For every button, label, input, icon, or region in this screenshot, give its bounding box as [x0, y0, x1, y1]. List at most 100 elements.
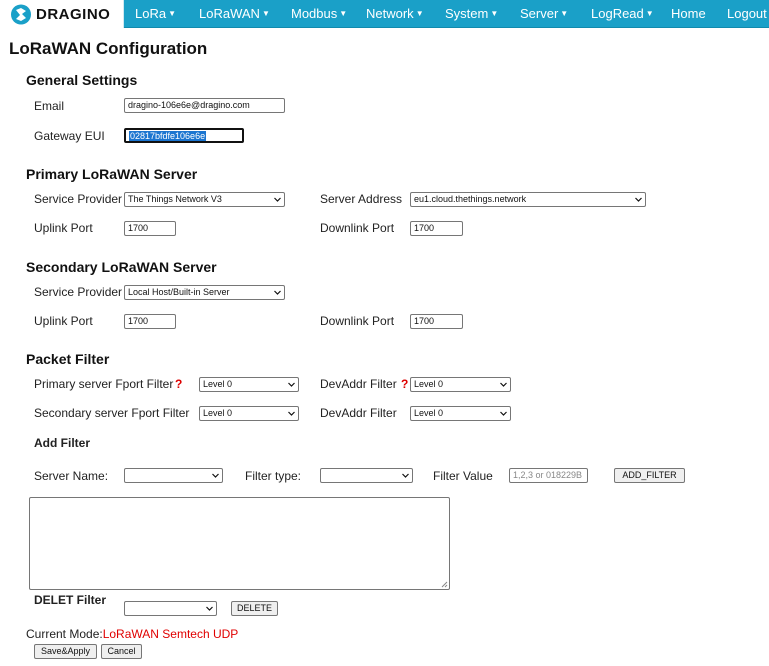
chevron-down-icon — [288, 382, 295, 387]
primary-provider-label: Service Provider — [34, 192, 123, 206]
nav-item-label: System — [445, 6, 489, 21]
current-mode-label: Current Mode: — [26, 627, 103, 641]
gateway-eui-label: Gateway EUI — [34, 129, 105, 143]
nav-item-logread[interactable]: LogRead ▼ — [591, 0, 654, 28]
primary-fport-select[interactable]: Level 0 — [199, 377, 299, 392]
chevron-down-icon — [500, 411, 507, 416]
secondary-downlink-port-field[interactable]: 1700 — [410, 314, 463, 329]
save-apply-button[interactable]: Save&Apply — [34, 644, 97, 659]
nav-item-lorawan[interactable]: LoRaWAN ▼ — [199, 0, 270, 28]
gateway-eui-value: 02817bfdfe106e6e — [129, 131, 207, 141]
chevron-down-icon — [274, 290, 281, 295]
primary-fport-label: Primary server Fport Filter — [34, 377, 174, 391]
primary-downlink-port-field[interactable]: 1700 — [410, 221, 463, 236]
primary-uplink-value: 1700 — [128, 223, 149, 233]
secondary-provider-value: Local Host/Built-in Server — [128, 287, 230, 297]
caret-down-icon: ▼ — [168, 9, 176, 18]
nav-item-logout[interactable]: Logout — [727, 0, 767, 28]
delete-button[interactable]: DELETE — [231, 601, 278, 616]
secondary-uplink-label: Uplink Port — [34, 314, 93, 328]
caret-down-icon: ▼ — [339, 9, 348, 18]
secondary-devaddr-label: DevAddr Filter — [320, 406, 397, 420]
nav-item-label: Network — [366, 6, 414, 21]
email-label: Email — [34, 99, 65, 113]
secondary-devaddr-select[interactable]: Level 0 — [410, 406, 511, 421]
chevron-down-icon — [274, 197, 281, 202]
nav-item-label: LogRead — [591, 6, 644, 21]
caret-down-icon: ▼ — [261, 9, 270, 18]
nav-item-lora[interactable]: LoRa ▼ — [135, 0, 176, 28]
nav-item-server[interactable]: Server ▼ — [520, 0, 568, 28]
current-mode-value: LoRaWAN Semtech UDP — [102, 627, 239, 641]
nav-item-network[interactable]: Network ▼ — [366, 0, 424, 28]
delete-filter-select[interactable] — [124, 601, 217, 616]
server-address-select[interactable]: eu1.cloud.thethings.network — [410, 192, 646, 207]
caret-down-icon: ▼ — [645, 9, 654, 18]
nav-item-system[interactable]: System ▼ — [445, 0, 498, 28]
gateway-eui-field[interactable]: 02817bfdfe106e6e — [124, 128, 244, 143]
nav-item-label: LoRaWAN — [199, 6, 260, 21]
filter-value-label: Filter Value — [433, 469, 493, 483]
primary-uplink-label: Uplink Port — [34, 221, 93, 235]
secondary-fport-value: Level 0 — [203, 408, 233, 418]
secondary-downlink-label: Downlink Port — [320, 314, 395, 328]
secondary-server-heading: Secondary LoRaWAN Server — [26, 259, 217, 275]
server-address-value: eu1.cloud.thethings.network — [414, 194, 527, 204]
filter-list-textarea[interactable] — [29, 497, 450, 590]
primary-server-heading: Primary LoRaWAN Server — [26, 166, 198, 182]
nav-item-label: Server — [520, 6, 559, 21]
nav-item-label: Logout — [727, 6, 767, 21]
email-value: dragino-106e6e@dragino.com — [128, 100, 250, 110]
help-icon[interactable]: ? — [175, 377, 182, 391]
logo[interactable]: DRAGINO — [0, 0, 124, 28]
chevron-down-icon — [212, 473, 219, 478]
nav-item-label: Modbus — [291, 6, 338, 21]
secondary-uplink-port-field[interactable]: 1700 — [124, 314, 176, 329]
primary-fport-value: Level 0 — [203, 379, 233, 389]
add-filter-heading: Add Filter — [34, 436, 90, 450]
caret-down-icon: ▼ — [560, 9, 569, 18]
resize-grip-icon[interactable] — [441, 581, 448, 588]
nav-item-label: LoRa — [135, 6, 167, 21]
chevron-down-icon — [288, 411, 295, 416]
primary-devaddr-value: Level 0 — [414, 379, 444, 389]
primary-downlink-value: 1700 — [414, 223, 435, 233]
primary-devaddr-select[interactable]: Level 0 — [410, 377, 511, 392]
packet-filter-heading: Packet Filter — [26, 351, 110, 367]
secondary-provider-select[interactable]: Local Host/Built-in Server — [124, 285, 285, 300]
top-nav-bar: DRAGINO LoRa ▼ LoRaWAN ▼ Modbus ▼ Network ▼ … — [0, 0, 769, 28]
chevron-down-icon — [206, 606, 213, 611]
chevron-down-icon — [500, 382, 507, 387]
server-name-label: Server Name: — [34, 469, 109, 483]
page-title: LoRaWAN Configuration — [9, 39, 208, 58]
server-address-label: Server Address — [320, 192, 403, 206]
primary-provider-select[interactable]: The Things Network V3 — [124, 192, 285, 207]
secondary-downlink-value: 1700 — [414, 316, 435, 326]
chevron-down-icon — [402, 473, 409, 478]
chevron-down-icon — [635, 197, 642, 202]
general-settings-heading: General Settings — [26, 72, 138, 88]
primary-devaddr-label: DevAddr Filter — [320, 377, 397, 391]
logo-text: DRAGINO — [36, 6, 111, 23]
secondary-uplink-value: 1700 — [128, 316, 149, 326]
email-field[interactable]: dragino-106e6e@dragino.com — [124, 98, 285, 113]
filter-value-placeholder: 1,2,3 or 018229B — [513, 470, 583, 480]
primary-downlink-label: Downlink Port — [320, 221, 395, 235]
filter-type-select[interactable] — [320, 468, 413, 483]
nav-item-label: Home — [671, 6, 706, 21]
caret-down-icon: ▼ — [490, 9, 499, 18]
secondary-fport-select[interactable]: Level 0 — [199, 406, 299, 421]
current-mode: Current Mode:LoRaWAN Semtech UDP — [26, 627, 238, 641]
primary-uplink-port-field[interactable]: 1700 — [124, 221, 176, 236]
nav-item-modbus[interactable]: Modbus ▼ — [291, 0, 347, 28]
secondary-devaddr-value: Level 0 — [414, 408, 444, 418]
delete-filter-heading: DELET Filter — [34, 593, 107, 607]
add-filter-button[interactable]: ADD_FILTER — [614, 468, 685, 483]
filter-value-field[interactable]: 1,2,3 or 018229B — [509, 468, 588, 483]
secondary-provider-label: Service Provider — [34, 285, 123, 299]
help-icon[interactable]: ? — [401, 377, 408, 391]
nav-item-home[interactable]: Home — [671, 0, 706, 28]
primary-provider-value: The Things Network V3 — [128, 194, 222, 204]
server-name-select[interactable] — [124, 468, 223, 483]
cancel-button[interactable]: Cancel — [101, 644, 142, 659]
